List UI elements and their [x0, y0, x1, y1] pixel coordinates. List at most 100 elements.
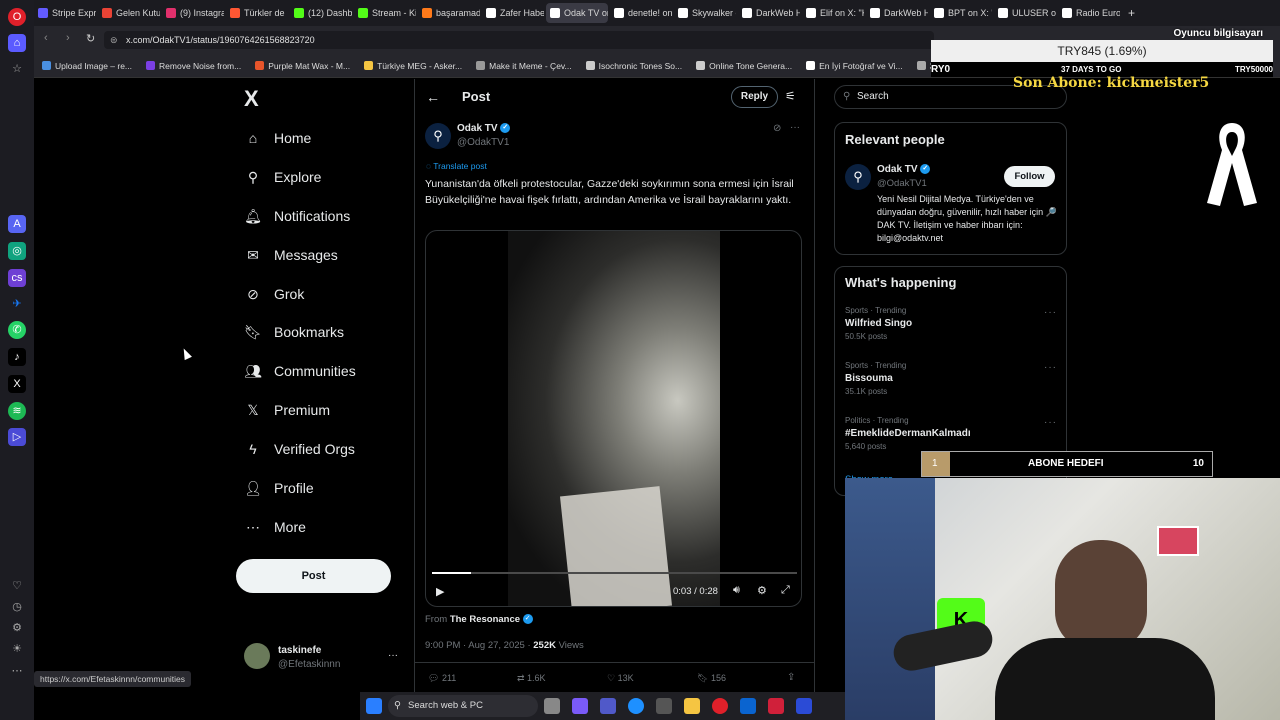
- browser-tab[interactable]: başaramad: [418, 3, 480, 23]
- nav-item-grok[interactable]: ⊘ Grok: [244, 285, 304, 303]
- back-icon[interactable]: ‹: [44, 32, 48, 44]
- browser-tab[interactable]: Gelen Kutu: [98, 3, 160, 23]
- fullscreen-icon[interactable]: ⤢: [781, 584, 790, 597]
- nav-item-verified-orgs[interactable]: ϟ Verified Orgs: [244, 440, 355, 458]
- video-settings-icon[interactable]: ⚙: [757, 584, 767, 597]
- star-icon[interactable]: ☆: [8, 60, 26, 78]
- bookmark-item[interactable]: Purple Mat Wax - M...: [255, 61, 350, 71]
- reload-icon[interactable]: ↻: [86, 32, 95, 45]
- x-sidebar-icon[interactable]: X: [8, 375, 26, 393]
- windows-start-icon[interactable]: [366, 698, 382, 714]
- avatar[interactable]: [244, 643, 270, 669]
- x-logo-icon[interactable]: X: [244, 86, 259, 112]
- trend-more-icon[interactable]: ···: [1044, 307, 1057, 318]
- back-arrow-icon[interactable]: ←: [426, 89, 440, 105]
- forward-icon[interactable]: ›: [66, 32, 70, 44]
- trend-item[interactable]: Sports · Trending Bissouma 35.1K posts: [845, 361, 906, 396]
- nav-item-bookmarks[interactable]: 🔖︎ Bookmarks: [244, 323, 344, 341]
- task-view-icon[interactable]: [544, 698, 560, 714]
- nav-item-messages[interactable]: ✉ Messages: [244, 246, 338, 264]
- heart-icon[interactable]: ♡: [8, 577, 26, 595]
- translate-post-link[interactable]: ◌ Translate post: [426, 161, 487, 171]
- relevant-name-wrap[interactable]: Odak TV ✓: [877, 164, 931, 175]
- relevant-handle[interactable]: @OdakTV1: [877, 178, 927, 189]
- translate-label[interactable]: Translate post: [433, 161, 487, 171]
- player-icon[interactable]: ▷: [8, 428, 26, 446]
- browser-tab[interactable]: Radio Euro: [1058, 3, 1120, 23]
- history-icon[interactable]: ◷: [8, 598, 26, 616]
- file-explorer-icon[interactable]: [684, 698, 700, 714]
- browser-tab[interactable]: Skywalker o: [674, 3, 736, 23]
- messenger-icon[interactable]: ✈: [8, 295, 26, 313]
- teams-icon[interactable]: [600, 698, 616, 714]
- trend-more-icon[interactable]: ···: [1044, 362, 1057, 373]
- browser-tab[interactable]: Zafer Habe: [482, 3, 544, 23]
- trend-more-icon[interactable]: ···: [1044, 417, 1057, 428]
- nav-item-more[interactable]: ⋯ More: [244, 518, 306, 536]
- browser-tab[interactable]: DarkWeb H: [866, 3, 928, 23]
- author-name-wrap[interactable]: Odak TV ✓: [457, 123, 511, 134]
- browser-tab[interactable]: Odak TV on X: [546, 3, 608, 23]
- post-button[interactable]: Post: [236, 559, 391, 593]
- spotify-icon[interactable]: ≋: [8, 402, 26, 420]
- browser-tab[interactable]: Elif on X: "K: [802, 3, 864, 23]
- browser-tab[interactable]: (12) Dashbo: [290, 3, 352, 23]
- more-icon[interactable]: ⋯: [8, 662, 26, 680]
- tiktok-icon[interactable]: ♪: [8, 348, 26, 366]
- bookmark-item[interactable]: Remove Noise from...: [146, 61, 241, 71]
- app-sidebar-icon[interactable]: cs: [8, 269, 26, 287]
- browser-tab[interactable]: Stream - Ki: [354, 3, 416, 23]
- volume-icon[interactable]: 🔊︎: [733, 584, 740, 597]
- post-timestamp[interactable]: 9:00 PM · Aug 27, 2025 ·: [425, 640, 531, 651]
- outlook-icon[interactable]: [740, 698, 756, 714]
- nav-item-premium[interactable]: 𝕏 Premium: [244, 401, 330, 419]
- author-name[interactable]: Odak TV: [457, 123, 498, 134]
- chatgpt-icon[interactable]: ◎: [8, 242, 26, 260]
- ai-sidebar-icon[interactable]: A: [8, 215, 26, 233]
- browser-tab[interactable]: (9) Instagra: [162, 3, 224, 23]
- opera-taskbar-icon[interactable]: [712, 698, 728, 714]
- nav-item-profile[interactable]: 👤︎ Profile: [244, 479, 314, 497]
- browser-tab[interactable]: Türkler de: [226, 3, 288, 23]
- browser-tab[interactable]: Stripe Expre: [34, 3, 96, 23]
- post-more-icon[interactable]: ···: [790, 122, 800, 133]
- nav-item-explore[interactable]: ⚲ Explore: [244, 168, 322, 186]
- new-tab-icon[interactable]: +: [1128, 6, 1135, 20]
- bookmark-item[interactable]: Upload Image – re...: [42, 61, 132, 71]
- odak-tv-avatar[interactable]: ⚲: [425, 123, 451, 149]
- video-player[interactable]: ▶ 0:03 / 0:28 🔊︎ ⚙ ⤢: [425, 230, 802, 607]
- browser-tab[interactable]: ULUSER on: [994, 3, 1056, 23]
- bookmark-item[interactable]: Make it Meme - Çev...: [476, 61, 572, 71]
- bookmark-item[interactable]: En İyi Fotoğraf ve Vi...: [806, 61, 903, 71]
- site-info-icon[interactable]: ⊜: [110, 31, 118, 49]
- view-options-icon[interactable]: ⚟: [785, 89, 796, 103]
- app-taskbar-icon[interactable]: [768, 698, 784, 714]
- copilot-icon[interactable]: [572, 698, 588, 714]
- play-icon[interactable]: ▶: [436, 585, 444, 598]
- l-app-icon[interactable]: [796, 698, 812, 714]
- nav-item-communities[interactable]: 👥︎ Communities: [244, 362, 356, 380]
- follow-button[interactable]: Follow: [1004, 166, 1055, 187]
- browser-tab[interactable]: denetle! on: [610, 3, 672, 23]
- edge-icon[interactable]: [628, 698, 644, 714]
- settings-icon[interactable]: ⚙: [8, 619, 26, 637]
- bookmark-action[interactable]: 🔖︎ 156: [697, 673, 726, 684]
- lightbulb-icon[interactable]: ☀: [8, 640, 26, 658]
- relevant-name[interactable]: Odak TV: [877, 164, 918, 175]
- trend-item[interactable]: Sports · Trending Wilfried Singo 50.5K pos…: [845, 306, 912, 341]
- opera-logo-icon[interactable]: O: [8, 8, 26, 26]
- repost-action[interactable]: ⇄ 1.6K: [517, 673, 546, 684]
- nav-item-notifications[interactable]: 🔔︎ Notifications: [244, 207, 350, 225]
- taskbar-search[interactable]: ⚲ Search web & PC: [388, 695, 538, 717]
- bookmark-item[interactable]: Türkiye MEG - Asker...: [364, 61, 462, 71]
- whatsapp-icon[interactable]: ✆: [8, 321, 26, 339]
- share-icon[interactable]: ⇪: [787, 672, 795, 683]
- bookmark-item[interactable]: Isochronic Tones So...: [585, 61, 682, 71]
- url-field[interactable]: ⊜ x.com/OdakTV1/status/19607642615688237…: [104, 31, 934, 49]
- like-action[interactable]: ♡ 13K: [607, 673, 634, 684]
- bookmark-item[interactable]: Online Tone Genera...: [696, 61, 792, 71]
- store-icon[interactable]: [656, 698, 672, 714]
- reply-action[interactable]: 💬︎ 211: [428, 673, 456, 684]
- nav-item-home[interactable]: ⌂ Home: [244, 129, 312, 147]
- browser-tab[interactable]: DarkWeb H: [738, 3, 800, 23]
